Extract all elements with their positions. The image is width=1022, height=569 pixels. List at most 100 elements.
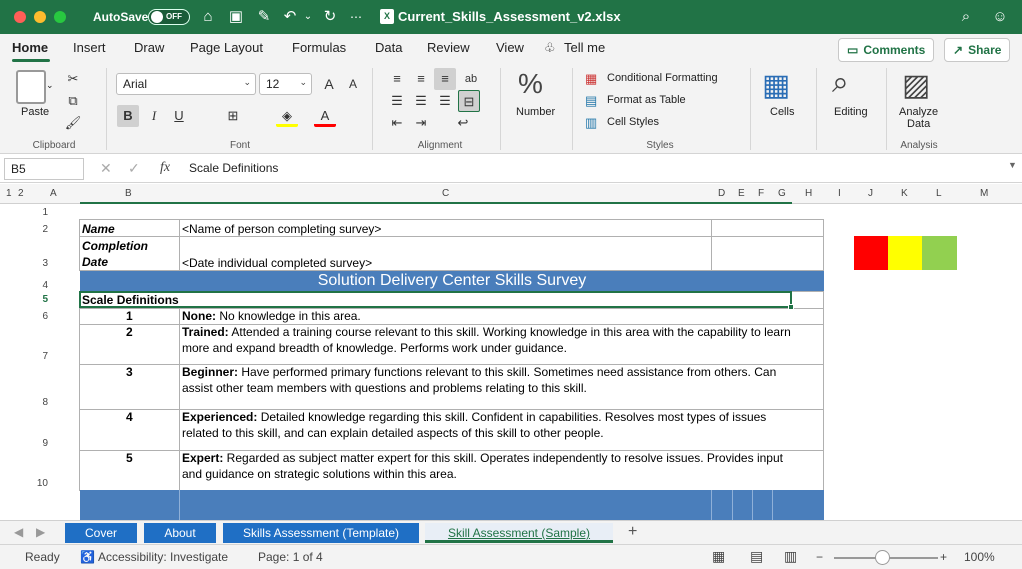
name-label-cell[interactable]: Name: [82, 221, 115, 237]
analyze-data-button-line2[interactable]: Data: [907, 118, 930, 130]
scroll-left-icon[interactable]: ◀: [14, 525, 23, 539]
increase-font-icon[interactable]: A: [318, 73, 340, 95]
scale-definition[interactable]: Experienced: Detailed knowledge regardin…: [182, 409, 766, 425]
sheet-tab-about[interactable]: About: [144, 523, 216, 543]
zoom-in-icon[interactable]: +: [940, 550, 947, 564]
scale-definition[interactable]: Trained: Attended a training course rele…: [182, 324, 791, 340]
zoom-slider-knob[interactable]: [875, 550, 890, 565]
cells-icon[interactable]: ▦: [762, 68, 790, 103]
row-header[interactable]: 8: [34, 397, 48, 408]
paste-button[interactable]: Paste: [21, 106, 49, 118]
worksheet-grid[interactable]: Name <Name of person completing survey> …: [52, 204, 1022, 520]
font-size-select[interactable]: 12 ⌄: [259, 73, 312, 95]
name-box[interactable]: B5: [4, 158, 84, 180]
expand-formula-icon[interactable]: ▼: [1008, 160, 1017, 170]
row-header-selected[interactable]: 5: [34, 294, 48, 305]
column-header[interactable]: M: [980, 188, 988, 199]
scroll-right-icon[interactable]: ▶: [36, 525, 45, 539]
scale-definition[interactable]: Expert: Regarded as subject matter exper…: [182, 450, 783, 466]
column-header[interactable]: D: [718, 188, 725, 199]
minimize-window-button[interactable]: [34, 11, 46, 23]
redo-icon[interactable]: ↻: [320, 7, 340, 27]
yellow-color-swatch[interactable]: [888, 236, 922, 270]
tab-draw[interactable]: Draw: [134, 40, 164, 55]
format-as-table-button[interactable]: Format as Table: [607, 94, 686, 106]
align-center-icon[interactable]: ☰: [410, 90, 432, 112]
decrease-font-icon[interactable]: A: [342, 73, 364, 95]
sheet-tab-cover[interactable]: Cover: [65, 523, 137, 543]
column-header[interactable]: I: [838, 188, 841, 199]
column-header[interactable]: F: [758, 188, 764, 199]
tab-home[interactable]: Home: [12, 40, 48, 55]
share-button[interactable]: ↗ Share: [944, 38, 1010, 62]
align-middle-icon[interactable]: ≡: [410, 68, 432, 90]
tab-view[interactable]: View: [496, 40, 524, 55]
completion-value-cell[interactable]: <Date individual completed survey>: [182, 255, 372, 271]
paste-dropdown-icon[interactable]: ⌄: [46, 80, 54, 91]
page-layout-view-icon[interactable]: ▤: [750, 548, 763, 565]
row-header[interactable]: 7: [34, 351, 48, 362]
row-header[interactable]: 2: [34, 224, 48, 235]
close-window-button[interactable]: [14, 11, 26, 23]
cut-icon[interactable]: ✂: [62, 68, 84, 90]
tab-insert[interactable]: Insert: [73, 40, 106, 55]
editing-button[interactable]: Editing: [834, 106, 868, 118]
normal-view-icon[interactable]: ▦: [712, 548, 725, 565]
tab-data[interactable]: Data: [375, 40, 402, 55]
red-color-swatch[interactable]: [854, 236, 888, 270]
conditional-formatting-button[interactable]: Conditional Formatting: [607, 72, 718, 84]
search-icon[interactable]: ⌕: [956, 7, 976, 27]
autosave-toggle[interactable]: OFF: [148, 9, 190, 25]
column-header[interactable]: L: [936, 188, 942, 199]
fill-handle[interactable]: [788, 304, 794, 310]
undo-dropdown-icon[interactable]: ⌄: [298, 7, 318, 27]
page-break-view-icon[interactable]: ▥: [784, 548, 797, 565]
row-header[interactable]: 6: [34, 311, 48, 322]
orientation-icon[interactable]: ab: [460, 68, 482, 90]
scale-definition[interactable]: None: No knowledge in this area.: [182, 308, 361, 324]
analyze-data-icon[interactable]: ▨: [902, 68, 930, 103]
column-header[interactable]: G: [778, 188, 786, 199]
tab-formulas[interactable]: Formulas: [292, 40, 346, 55]
row-header[interactable]: 3: [34, 258, 48, 269]
insert-function-icon[interactable]: fx: [160, 160, 170, 176]
row-header[interactable]: 4: [34, 280, 48, 291]
fill-color-icon[interactable]: ◈: [276, 105, 298, 127]
italic-button[interactable]: I: [143, 105, 165, 127]
scale-level[interactable]: 4: [126, 409, 133, 425]
sheet-tab-skill-sample[interactable]: Skill Assessment (Sample): [425, 523, 613, 543]
font-color-icon[interactable]: A: [314, 105, 336, 127]
row-header[interactable]: 1: [34, 207, 48, 218]
account-icon[interactable]: ☺: [990, 7, 1010, 27]
decrease-indent-icon[interactable]: ⇤: [386, 112, 408, 134]
accessibility-status[interactable]: Accessibility: Investigate: [98, 550, 228, 564]
column-header[interactable]: H: [805, 188, 812, 199]
tell-me-search[interactable]: Tell me: [564, 40, 605, 55]
formula-input[interactable]: Scale Definitions: [189, 161, 278, 175]
column-header[interactable]: A: [50, 188, 57, 199]
align-bottom-icon[interactable]: ≡: [434, 68, 456, 90]
wrap-text-icon[interactable]: ↩: [452, 112, 474, 134]
cells-button[interactable]: Cells: [770, 106, 794, 118]
increase-indent-icon[interactable]: ⇥: [410, 112, 432, 134]
comments-button[interactable]: ▭ Comments: [838, 38, 934, 62]
align-top-icon[interactable]: ≡: [386, 68, 408, 90]
edit-icon[interactable]: ✎: [254, 7, 274, 27]
more-options-icon[interactable]: ⋯: [346, 7, 366, 27]
number-format-icon[interactable]: %: [518, 68, 543, 100]
scale-definition[interactable]: Beginner: Have performed primary functio…: [182, 364, 776, 380]
format-painter-icon[interactable]: 🖌: [62, 112, 84, 134]
scale-level[interactable]: 2: [126, 324, 133, 340]
font-name-select[interactable]: Arial ⌄: [116, 73, 256, 95]
completion-label-cell[interactable]: Completion: [82, 238, 148, 254]
merge-center-icon[interactable]: ⊟: [458, 90, 480, 112]
name-value-cell[interactable]: <Name of person completing survey>: [182, 221, 381, 237]
cancel-icon[interactable]: ✕: [100, 160, 112, 177]
enter-icon[interactable]: ✓: [128, 160, 140, 177]
scale-level[interactable]: 3: [126, 364, 133, 380]
cell-styles-button[interactable]: Cell Styles: [607, 116, 659, 128]
number-button[interactable]: Number: [516, 106, 555, 118]
sheet-tab-skills-template[interactable]: Skills Assessment (Template): [223, 523, 419, 543]
maximize-window-button[interactable]: [54, 11, 66, 23]
undo-icon[interactable]: ↶: [280, 7, 300, 27]
